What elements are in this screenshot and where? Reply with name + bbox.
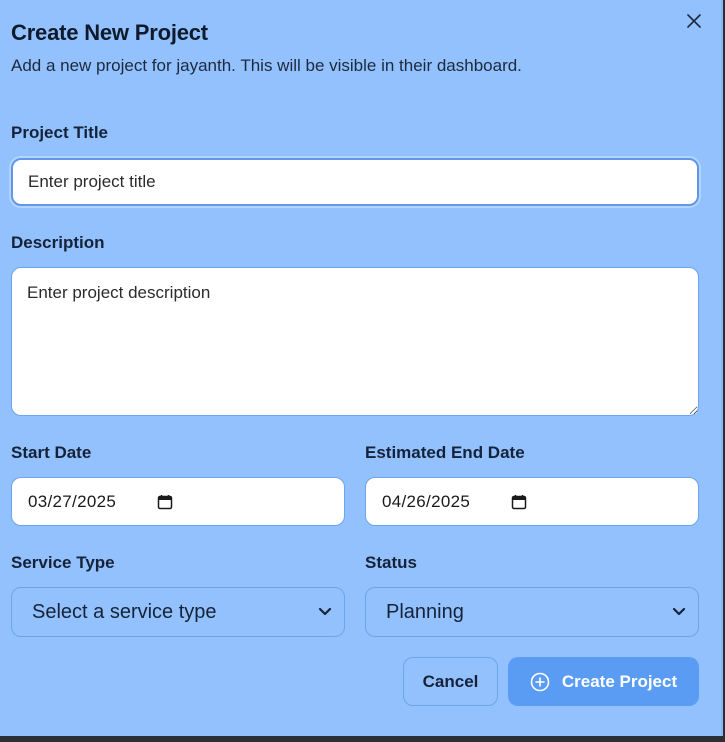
- calendar-icon[interactable]: [157, 494, 173, 510]
- project-title-label: Project Title: [11, 123, 108, 142]
- description-label: Description: [11, 233, 105, 252]
- plus-circle-icon: [530, 672, 550, 691]
- dialog-subtitle: Add a new project for jayanth. This will…: [11, 56, 522, 75]
- status-select[interactable]: Planning: [365, 587, 699, 637]
- cancel-button-label: Cancel: [422, 671, 479, 691]
- service-type-select[interactable]: Select a service type: [11, 587, 345, 637]
- calendar-icon[interactable]: [511, 494, 527, 510]
- end-date-label: Estimated End Date: [365, 443, 525, 462]
- start-date-label: Start Date: [11, 443, 92, 462]
- chevron-down-icon: [672, 607, 686, 616]
- end-date-input[interactable]: 04/26/2025: [365, 477, 699, 526]
- close-button[interactable]: [683, 10, 705, 32]
- status-selected: Planning: [386, 600, 464, 623]
- create-project-dialog: Create New Project Add a new project for…: [0, 0, 723, 736]
- start-date-value: 03/27/2025: [28, 491, 117, 511]
- end-date-value: 04/26/2025: [382, 491, 471, 511]
- status-label: Status: [365, 553, 417, 572]
- chevron-down-icon: [318, 607, 332, 616]
- create-project-button-label: Create Project: [561, 671, 678, 691]
- start-date-input[interactable]: 03/27/2025: [11, 477, 345, 526]
- description-textarea[interactable]: [11, 267, 699, 416]
- cancel-button[interactable]: Cancel: [403, 657, 498, 706]
- service-type-selected: Select a service type: [32, 600, 217, 623]
- project-title-input[interactable]: [11, 158, 699, 206]
- dialog-title: Create New Project: [11, 20, 208, 45]
- service-type-label: Service Type: [11, 553, 115, 572]
- close-icon: [687, 14, 701, 28]
- create-project-button[interactable]: Create Project: [508, 657, 699, 706]
